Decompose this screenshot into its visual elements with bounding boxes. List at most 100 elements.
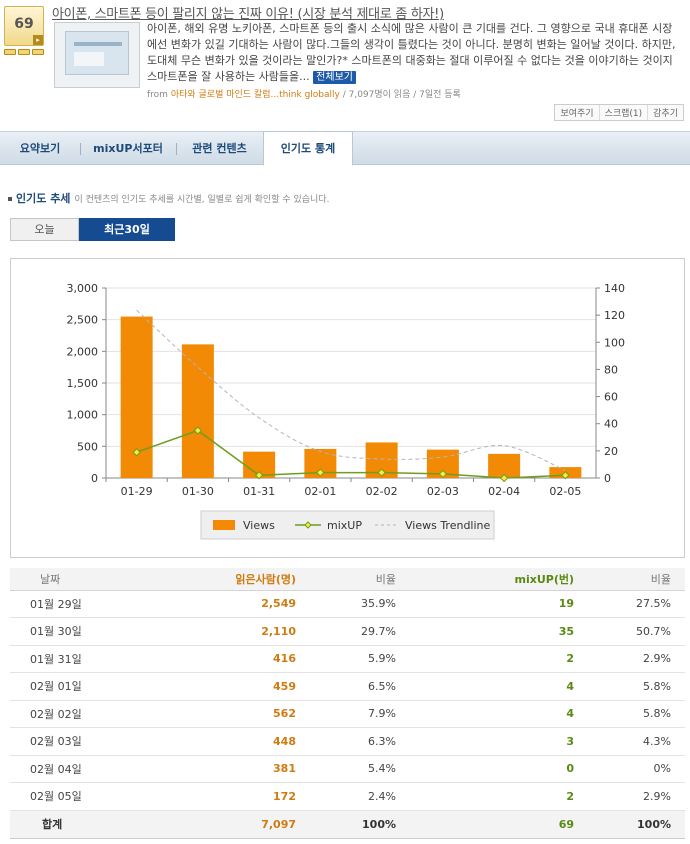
cell-mixup-ratio: 4.3% [578,727,685,756]
cell-readers: 2,110 [120,617,300,646]
x-axis-tick: 02-02 [366,485,398,498]
right-axis-tick: 80 [604,363,618,376]
cell-readers: 459 [120,672,300,701]
cell-mixup-ratio: 2.9% [578,645,685,673]
table-row: 01월 30일 2,110 29.7% 35 50.7% [10,617,685,646]
period-30days-button[interactable]: 최근30일 [79,218,175,241]
cell-readers: 416 [120,645,300,673]
table-row: 02월 03일 448 6.3% 3 4.3% [10,727,685,756]
total-cell-mixup-ratio: 100% [578,810,685,839]
cell-date: 02월 02일 [10,700,120,728]
cell-date: 02월 04일 [10,755,120,783]
col-readers: 읽은사람(명) [120,568,300,591]
right-axis-tick: 0 [604,472,611,485]
cell-reader-ratio: 5.4% [300,755,410,783]
table-row: 02월 05일 172 2.4% 2 2.9% [10,782,685,811]
cell-date: 01월 29일 [10,590,120,618]
scrap-link[interactable]: 스크랩(1) [600,105,649,120]
cell-readers: 2,549 [120,590,300,618]
total-cell-readers: 7,097 [120,810,300,839]
total-cell-date: 합계 [10,810,120,839]
period-today-button[interactable]: 오늘 [10,218,79,241]
col-mixup: mixUP(번) [410,568,578,591]
show-link[interactable]: 보여주기 [555,105,600,120]
left-axis-tick: 1,000 [67,409,99,422]
cell-mixup: 2 [410,782,578,811]
left-axis-tick: 1,500 [67,377,99,390]
cell-reader-ratio: 29.7% [300,617,410,646]
left-axis-tick: 2,000 [67,345,99,358]
cell-readers: 381 [120,755,300,783]
left-axis-tick: 2,500 [67,314,99,327]
right-axis-tick: 100 [604,336,625,349]
cell-reader-ratio: 5.9% [300,645,410,673]
table-row: 01월 29일 2,549 35.9% 19 27.5% [10,590,685,618]
tab-summary[interactable]: 요약보기 [0,132,80,165]
article-stats: / 7,097명이 읽음 / 7일전 등록 [339,90,461,100]
cell-date: 02월 01일 [10,672,120,701]
x-axis-tick: 02-04 [488,485,520,498]
right-axis-tick: 120 [604,309,625,322]
section-description: 이 컨텐츠의 인기도 추세를 시간별, 일별로 쉽게 확인할 수 있습니다. [74,195,330,205]
table-row: 01월 31일 416 5.9% 2 2.9% [10,645,685,673]
tab-mixup-supporter[interactable]: mixUP서포터 [80,132,176,165]
cell-reader-ratio: 6.3% [300,727,410,756]
table-row: 02월 01일 459 6.5% 4 5.8% [10,672,685,701]
legend-swatch-views [213,520,235,530]
right-axis-tick: 60 [604,391,618,404]
x-axis-tick: 01-30 [182,485,214,498]
cell-readers: 172 [120,782,300,811]
table-row: 02월 02일 562 7.9% 4 5.8% [10,700,685,728]
tab-popularity-stats[interactable]: 인기도 통계 [263,131,353,166]
section-header: 인기도 추세 이 컨텐츠의 인기도 추세를 시간별, 일별로 쉽게 확인할 수 있… [8,190,329,206]
bar-views [181,344,214,478]
col-mixup-ratio: 비율 [578,568,685,591]
x-axis-tick: 01-31 [243,485,275,498]
cell-mixup: 35 [410,617,578,646]
cell-date: 01월 31일 [10,645,120,673]
table-header-row: 날짜 읽은사람(명) 비율 mixUP(번) 비율 [10,568,685,591]
x-axis-tick: 02-05 [549,485,581,498]
article-thumbnail[interactable] [54,22,140,88]
article-title[interactable]: 아이폰, 스마트폰 등이 팔리지 않는 진짜 이유! (시장 분석 제대로 좀 … [52,3,444,22]
cell-mixup: 2 [410,645,578,673]
tab-related-content[interactable]: 관련 컨텐츠 [176,132,263,165]
stats-table: 날짜 읽은사람(명) 비율 mixUP(번) 비율 01월 29일 2,549 35… [10,568,685,839]
cell-mixup-ratio: 5.8% [578,700,685,728]
mixup-score-badge[interactable]: 69 ▸ [4,6,44,46]
legend-label-trendline: Views Trendline [405,519,491,532]
cell-mixup: 4 [410,672,578,701]
right-axis-tick: 140 [604,282,625,295]
cell-reader-ratio: 6.5% [300,672,410,701]
cell-readers: 562 [120,700,300,728]
article-source-link[interactable]: 아타와 글로벌 마인드 칼럼...think globally [171,90,340,100]
score-expand-icon[interactable]: ▸ [33,35,43,45]
cell-mixup: 0 [410,755,578,783]
cell-mixup: 19 [410,590,578,618]
cell-mixup: 4 [410,700,578,728]
article-summary-text: 아이폰, 해외 유명 노키아폰, 스마트폰 등의 출시 소식에 많은 사람이 큰… [147,22,676,83]
cell-mixup-ratio: 2.9% [578,782,685,811]
x-axis-tick: 02-01 [304,485,336,498]
col-date: 날짜 [10,568,120,591]
chart-svg: 0 500 1,000 1,500 2,000 2,500 3,000 0 20 40 60 80 10… [67,282,625,540]
cell-mixup-ratio: 50.7% [578,617,685,646]
mixup-score: 69 [14,16,34,32]
cell-mixup: 3 [410,727,578,756]
left-axis-tick: 0 [91,472,98,485]
table-row: 02월 04일 381 5.4% 0 0% [10,755,685,783]
read-full-button[interactable]: 전체보기 [313,71,356,84]
cell-reader-ratio: 2.4% [300,782,410,811]
total-cell-mixup: 69 [410,810,578,839]
article-summary: 아이폰, 해외 유명 노키아폰, 스마트폰 등의 출시 소식에 많은 사람이 큰… [147,21,682,85]
cell-mixup-ratio: 5.8% [578,672,685,701]
col-reader-ratio: 비율 [300,568,410,591]
left-axis-tick: 500 [77,440,98,453]
section-title: 인기도 추세 [16,192,71,205]
article-meta: from 아타와 글로벌 마인드 칼럼...think globally / 7… [147,90,461,100]
cell-reader-ratio: 7.9% [300,700,410,728]
hide-link[interactable]: 감추기 [648,105,683,120]
cell-date: 01월 30일 [10,617,120,646]
cell-readers: 448 [120,727,300,756]
article-tools: 보여주기 스크랩(1) 감추기 [554,104,684,121]
